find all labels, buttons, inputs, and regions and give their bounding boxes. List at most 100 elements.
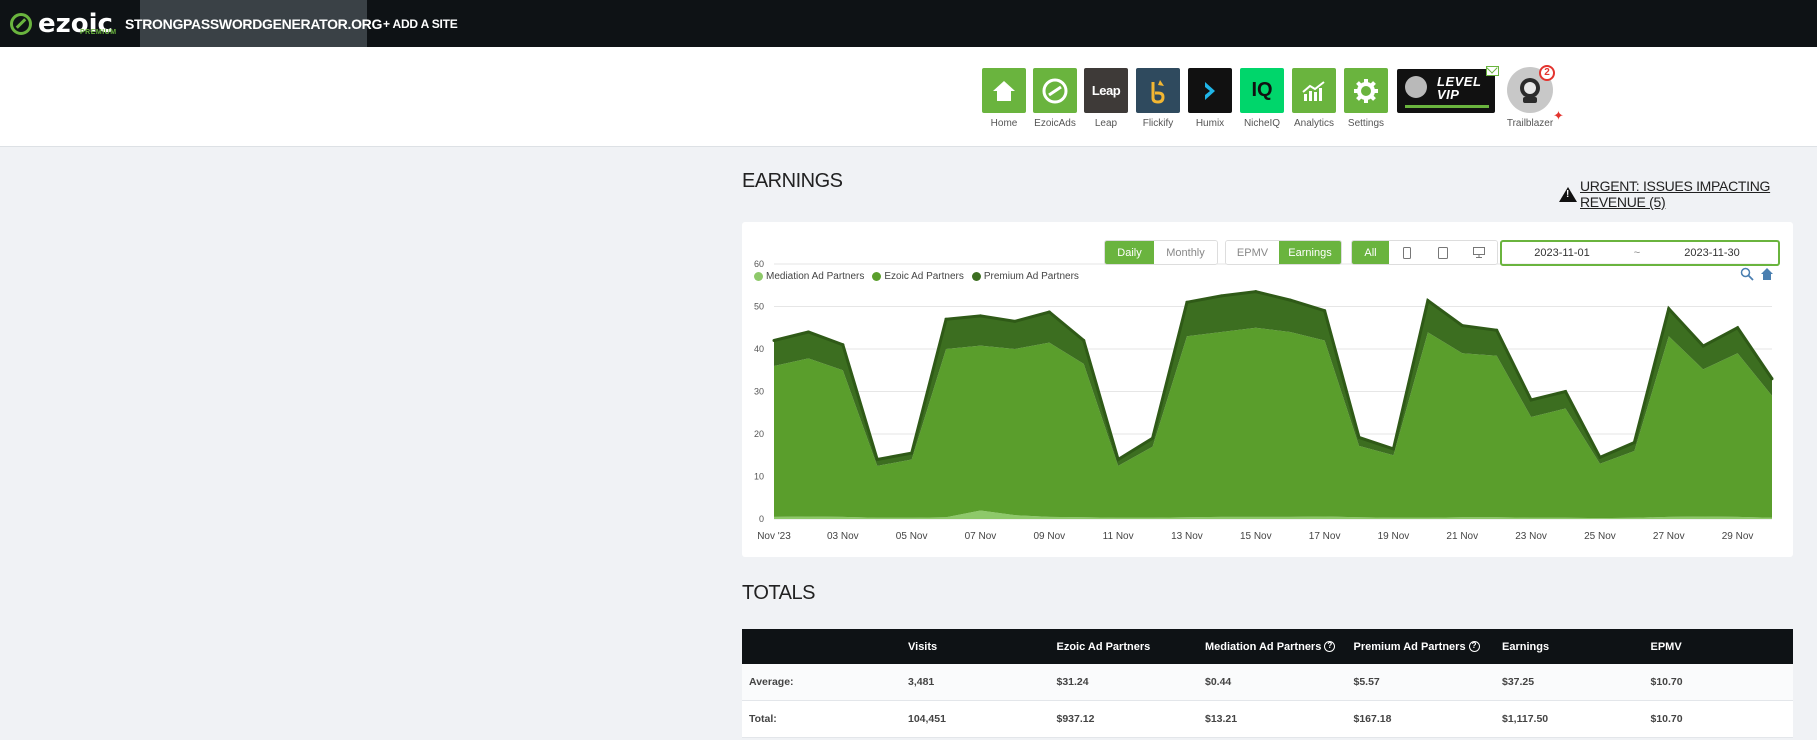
date-range-picker[interactable]: 2023-11-01 ~ 2023-11-30 [1500, 240, 1780, 266]
app-humix[interactable]: Humix [1185, 68, 1235, 129]
data-point [875, 458, 879, 461]
x-tick-label: 03 Nov [827, 531, 859, 542]
data-point [1288, 298, 1292, 302]
earnings-button[interactable]: Earnings [1279, 241, 1341, 264]
y-tick-label: 30 [754, 387, 764, 397]
data-point [806, 330, 810, 334]
chart-legend: Mediation Ad Partners Ezoic Ad Partners … [754, 271, 1087, 282]
level-vip-card[interactable]: LEVEL VIP [1397, 69, 1495, 113]
x-tick-label: 19 Nov [1378, 531, 1410, 542]
data-point [1219, 294, 1223, 298]
cell-epmv: $10.70 [1650, 676, 1683, 688]
header-premium: Premium Ad Partners [1353, 640, 1466, 653]
monthly-button[interactable]: Monthly [1154, 241, 1217, 264]
y-tick-label: 0 [759, 514, 764, 524]
urgent-link[interactable]: URGENT: ISSUES IMPACTING REVENUE (5) [1580, 178, 1817, 210]
data-point [1770, 377, 1774, 381]
daily-button[interactable]: Daily [1105, 241, 1154, 264]
legend-dot [872, 272, 882, 281]
site-tab[interactable]: STRONGPASSWORDGENERATOR.ORG [125, 0, 382, 47]
cell-premium: $167.18 [1353, 713, 1392, 725]
app-nicheiq[interactable]: IQ NicheIQ [1237, 68, 1287, 129]
legend-item-ezoic[interactable]: Ezoic Ad Partners [872, 271, 964, 282]
app-label: Flickify [1142, 118, 1174, 129]
app-home[interactable]: Home [979, 68, 1029, 129]
app-flickify[interactable]: Flickify [1133, 68, 1183, 129]
series-area [774, 327, 1772, 519]
reset-home-icon[interactable] [1760, 267, 1774, 281]
data-point [1667, 307, 1671, 311]
ezoic-logo-icon [10, 12, 32, 35]
help-icon[interactable]: ? [1468, 641, 1480, 652]
cell-ezoic: $31.24 [1056, 676, 1089, 688]
tablet-icon[interactable] [1425, 241, 1461, 264]
app-bar: Home EzoicAds Leap Leap Flickify Humix I… [0, 47, 1817, 147]
cell-mediation: $13.21 [1205, 713, 1238, 725]
cell-premium: $5.57 [1353, 676, 1380, 688]
y-tick-label: 50 [754, 302, 764, 312]
desktop-icon[interactable] [1461, 241, 1497, 264]
row-label: Average: [749, 676, 794, 688]
date-separator: ~ [1633, 247, 1641, 259]
header-cell: Premium Ad Partners? [1352, 641, 1501, 653]
level-line-2: VIP [1437, 87, 1460, 102]
app-ezoicads[interactable]: EzoicAds [1030, 68, 1080, 129]
mail-icon[interactable] [1486, 66, 1499, 76]
app-label: Settings [1347, 118, 1385, 129]
level-text: LEVEL VIP [1437, 75, 1481, 101]
trailblazer[interactable]: 2 Trailblazer [1505, 65, 1555, 129]
metric-toggle: EPMV Earnings [1225, 240, 1342, 265]
header-cell: EPMV [1649, 641, 1682, 653]
row-label: Total: [749, 713, 777, 725]
gear-icon [1344, 68, 1388, 113]
table-header: Visits Ezoic Ad Partners Mediation Ad Pa… [742, 629, 1793, 664]
mobile-icon[interactable] [1389, 241, 1425, 264]
x-tick-label: 09 Nov [1033, 531, 1065, 542]
legend-item-premium[interactable]: Premium Ad Partners [971, 271, 1079, 282]
data-point [1495, 328, 1499, 332]
x-tick-label: 25 Nov [1584, 531, 1616, 542]
legend-label: Premium Ad Partners [983, 271, 1079, 282]
app-settings[interactable]: Settings [1341, 68, 1391, 129]
data-point [1736, 326, 1740, 330]
avatar [1405, 76, 1427, 98]
data-point [1116, 458, 1120, 461]
data-point [772, 339, 776, 342]
app-analytics[interactable]: Analytics [1289, 68, 1339, 129]
zoom-icon[interactable] [1740, 267, 1754, 281]
leap-icon: Leap [1084, 68, 1128, 113]
y-tick-label: 20 [754, 429, 764, 439]
trailblazer-avatar: 2 [1507, 65, 1555, 113]
app-label: Trailblazer [1506, 118, 1554, 129]
analytics-icon [1292, 68, 1336, 113]
add-site-link[interactable]: + ADD A SITE [367, 0, 458, 47]
legend-dot [971, 272, 981, 281]
period-toggle: Daily Monthly [1104, 240, 1218, 265]
header-cell: Ezoic Ad Partners [1055, 641, 1204, 653]
all-devices-button[interactable]: All [1352, 241, 1389, 264]
home-icon [982, 68, 1026, 113]
top-bar: ezoic PREMIUM STRONGPASSWORDGENERATOR.OR… [0, 0, 1817, 47]
table-row: Total: 104,451 $937.12 $13.21 $167.18 $1… [742, 701, 1793, 738]
cell-visits: 3,481 [908, 676, 935, 688]
x-tick-label: 17 Nov [1309, 531, 1341, 542]
data-point [944, 317, 948, 321]
header-cell: Earnings [1500, 641, 1649, 653]
x-tick-label: 13 Nov [1171, 531, 1203, 542]
urgent-alert[interactable]: URGENT: ISSUES IMPACTING REVENUE (5) [1559, 178, 1817, 210]
data-point [1701, 344, 1705, 348]
date-from[interactable]: 2023-11-01 [1502, 247, 1622, 259]
data-point [1323, 309, 1327, 313]
header-visits: Visits [908, 640, 938, 653]
ezoic-logo[interactable]: ezoic PREMIUM [0, 0, 140, 47]
date-to[interactable]: 2023-11-30 [1652, 247, 1772, 259]
epmv-button[interactable]: EPMV [1226, 241, 1279, 264]
cell-mediation: $0.44 [1205, 676, 1232, 688]
humix-icon [1188, 68, 1232, 113]
x-tick-label: 15 Nov [1240, 531, 1272, 542]
app-label: Home [990, 118, 1018, 129]
app-leap[interactable]: Leap Leap [1081, 68, 1131, 129]
help-icon[interactable]: ? [1324, 641, 1336, 652]
cell-ezoic: $937.12 [1056, 713, 1095, 725]
legend-item-mediation[interactable]: Mediation Ad Partners [754, 271, 864, 282]
